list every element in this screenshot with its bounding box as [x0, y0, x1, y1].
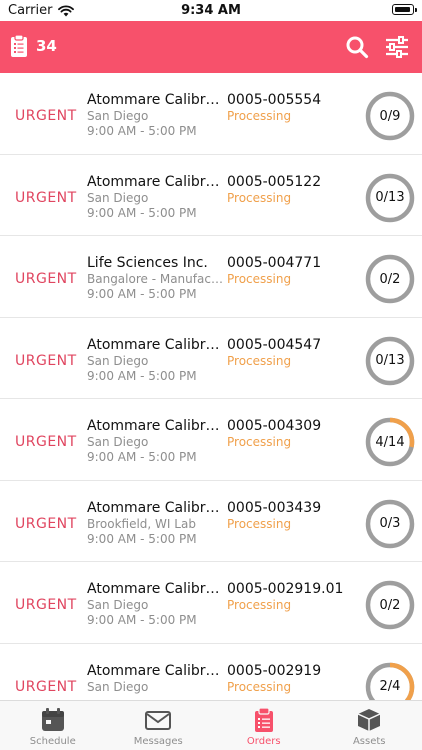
progress-ring: 0/9 [365, 91, 415, 141]
tab-orders[interactable]: Orders [211, 701, 317, 750]
filter-button[interactable] [384, 34, 410, 60]
order-status: Processing [227, 190, 292, 205]
customer-name: Atommare Calibrati... [87, 336, 225, 353]
status-right [392, 4, 417, 15]
order-row[interactable]: URGENT Atommare Calibrati... San Diego 9… [0, 155, 422, 236]
order-number: 0005-002919.01 [227, 581, 344, 597]
progress-label: 0/13 [375, 190, 405, 205]
search-icon [346, 36, 369, 59]
progress-label: 2/4 [379, 679, 401, 694]
hours: 9:00 AM - 5:00 PM [87, 287, 197, 301]
order-status: Processing [227, 598, 292, 612]
location: San Diego [87, 190, 149, 205]
order-status: Processing [227, 272, 292, 286]
progress-label: 4/14 [375, 434, 405, 450]
order-status: Processing [227, 516, 292, 531]
priority-label: URGENT [15, 597, 77, 613]
sliders-icon [386, 36, 408, 58]
location: San Diego [87, 353, 149, 368]
clipboard-icon [11, 34, 27, 57]
priority-label: URGENT [15, 271, 77, 287]
order-row[interactable]: URGENT Atommare Calibrati... San Diego 9… [0, 562, 422, 644]
priority-label: URGENT [15, 108, 77, 124]
order-status: Processing [227, 353, 292, 368]
calendar-icon [41, 708, 64, 731]
order-row[interactable]: URGENT Atommare Calibrati... San Diego 0… [0, 644, 422, 700]
progress-ring: 0/2 [365, 254, 415, 304]
hours: 9:00 AM - 5:00 PM [87, 613, 197, 627]
location: Brookfield, WI Lab [87, 516, 196, 531]
progress-ring: 4/14 [365, 417, 415, 467]
progress-ring: 0/3 [365, 499, 415, 549]
progress-ring: 0/13 [365, 173, 415, 223]
customer-name: Atommare Calibrati... [87, 173, 225, 190]
order-number: 0005-004547 [227, 336, 322, 353]
orders-list[interactable]: URGENT Atommare Calibrati... San Diego 9… [0, 73, 422, 700]
header-actions [344, 34, 410, 60]
customer-name: Life Sciences Inc. [87, 255, 208, 271]
priority-label: URGENT [15, 678, 77, 695]
customer-name: Atommare Calibrati... [87, 581, 225, 597]
customer-name: Atommare Calibrati... [87, 662, 225, 679]
progress-label: 0/13 [375, 353, 405, 368]
tab-label: Schedule [29, 736, 76, 747]
progress-label: 0/2 [379, 597, 401, 613]
order-row[interactable]: URGENT Atommare Calibrati... San Diego 9… [0, 399, 422, 481]
clock: 9:34 AM [181, 3, 241, 18]
progress-label: 0/2 [379, 271, 401, 287]
priority-label: URGENT [15, 515, 77, 532]
search-button[interactable] [344, 34, 370, 60]
orders-count: 34 [36, 37, 57, 55]
hours: 9:00 AM - 5:00 PM [87, 531, 197, 546]
envelope-icon [145, 711, 172, 730]
hours: 9:00 AM - 5:00 PM [87, 368, 197, 383]
progress-ring: 0/2 [365, 580, 415, 630]
tab-assets[interactable]: Assets [317, 701, 422, 750]
order-number: 0005-004771 [227, 255, 322, 271]
order-status: Processing [227, 109, 292, 123]
tab-bar: Schedule Messages Orders Assets [0, 700, 422, 750]
order-status: Processing [227, 679, 292, 694]
tab-label: Orders [246, 736, 281, 747]
order-number: 0005-005554 [227, 92, 322, 108]
tab-schedule[interactable]: Schedule [0, 701, 106, 750]
priority-label: URGENT [15, 352, 77, 369]
order-number: 0005-002919 [227, 662, 322, 679]
location: San Diego [87, 109, 149, 123]
tab-label: Messages [133, 736, 183, 747]
location: San Diego [87, 598, 149, 612]
location: Bangalore - Manufactur... [87, 272, 225, 286]
priority-label: URGENT [15, 189, 77, 206]
order-row[interactable]: URGENT Atommare Calibrati... Brookfield,… [0, 481, 422, 562]
priority-label: URGENT [15, 434, 77, 450]
order-number: 0005-005122 [227, 173, 322, 190]
customer-name: Atommare Calibrati... [87, 92, 225, 108]
order-row[interactable]: URGENT Atommare Calibrati... San Diego 9… [0, 73, 422, 155]
order-row[interactable]: URGENT Atommare Calibrati... San Diego 9… [0, 318, 422, 399]
order-status: Processing [227, 435, 292, 449]
tab-label: Assets [352, 736, 386, 747]
box-icon [357, 709, 381, 731]
orders-count-badge: 34 [10, 34, 57, 58]
location: San Diego [87, 679, 149, 694]
app-header: 34 [0, 21, 422, 73]
hours: 9:00 AM - 5:00 PM [87, 205, 197, 220]
customer-name: Atommare Calibrati... [87, 418, 225, 434]
progress-ring: 2/4 [365, 662, 415, 700]
clipboard-icon [254, 707, 273, 732]
status-bar: Carrier 9:34 AM [0, 0, 422, 21]
progress-label: 0/9 [379, 108, 401, 124]
progress-label: 0/3 [379, 516, 401, 531]
progress-ring: 0/13 [365, 336, 415, 386]
tab-messages[interactable]: Messages [106, 701, 212, 750]
battery-icon [392, 4, 417, 15]
order-number: 0005-004309 [227, 418, 322, 434]
hours: 9:00 AM - 5:00 PM [87, 450, 197, 464]
customer-name: Atommare Calibrati... [87, 499, 225, 516]
order-number: 0005-003439 [227, 499, 322, 516]
hours: 9:00 AM - 5:00 PM [87, 124, 197, 138]
order-row[interactable]: URGENT Life Sciences Inc. Bangalore - Ma… [0, 236, 422, 318]
location: San Diego [87, 435, 149, 449]
